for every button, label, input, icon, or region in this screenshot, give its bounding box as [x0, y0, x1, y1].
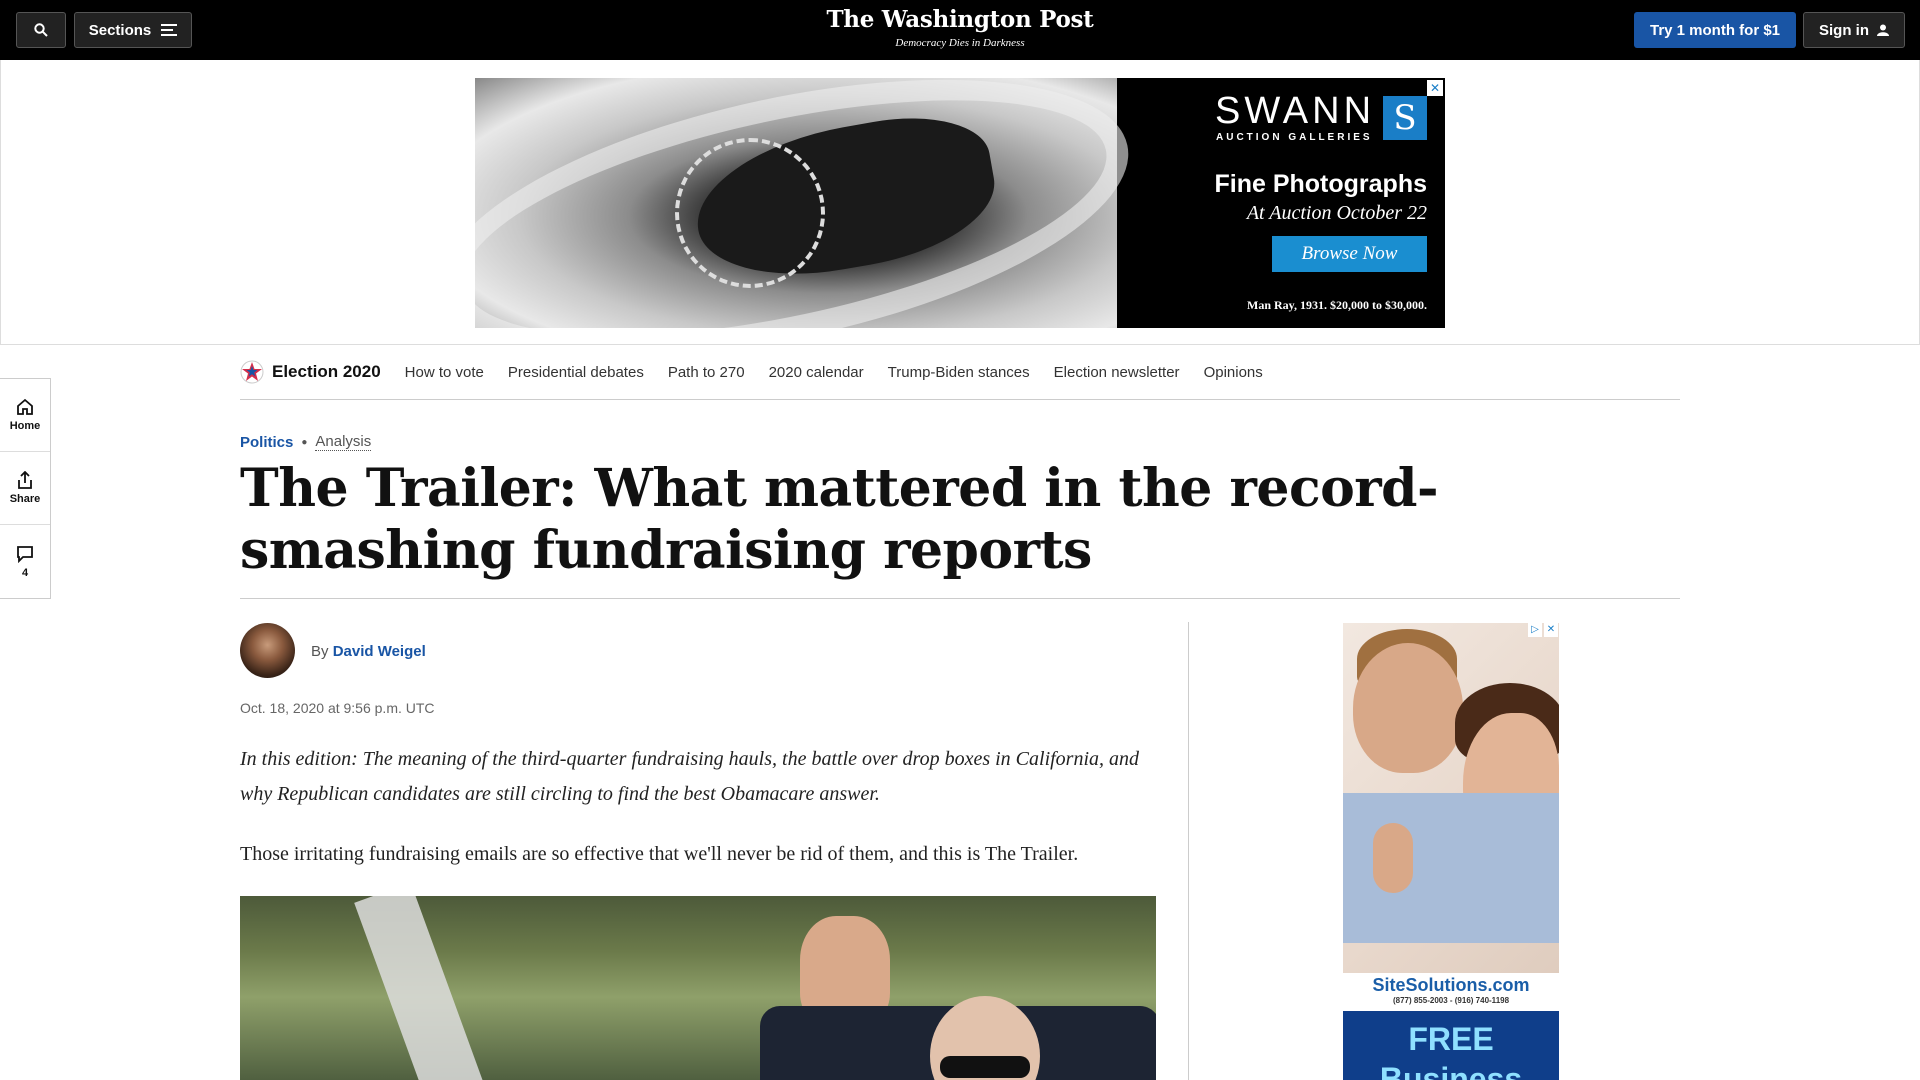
nav-link-opinions[interactable]: Opinions [1204, 364, 1263, 381]
home-icon [17, 398, 33, 415]
masthead[interactable]: The Washington Post Democracy Dies in Da… [760, 6, 1160, 49]
search-icon [34, 23, 48, 37]
article-paragraph: Those irritating fundraising emails are … [240, 843, 1079, 865]
article-timestamp: Oct. 18, 2020 at 9:56 p.m. UTC [240, 700, 435, 716]
left-action-rail: Home Share 4 [0, 378, 51, 599]
nav-link-presidential-debates[interactable]: Presidential debates [508, 364, 644, 381]
byline: By David Weigel [311, 643, 426, 660]
sections-button[interactable]: Sections [74, 12, 192, 48]
top-navigation-bar: Sections The Washington Post Democracy D… [0, 0, 1920, 60]
nav-link-2020-calendar[interactable]: 2020 calendar [769, 364, 864, 381]
menu-icon [161, 24, 178, 36]
site-logo[interactable]: The Washington Post [760, 6, 1160, 33]
header-divider [240, 598, 1680, 599]
ad-headline: Fine Photographs [1214, 170, 1428, 198]
rail-comments-count: 4 [21, 566, 29, 579]
side-ad-controls: ▷ ✕ [1528, 623, 1558, 637]
side-ad-brand-block: SiteSolutions.com (877) 855-2003 - (916)… [1343, 973, 1559, 1011]
rail-share-label: Share [9, 493, 41, 505]
ad-subhead: At Auction October 22 [1246, 202, 1427, 224]
comment-icon [17, 545, 33, 563]
user-icon [1877, 24, 1889, 36]
side-ad-phone: (877) 855-2003 - (916) 740-1198 [1392, 996, 1510, 1005]
ad-close-icon[interactable]: ✕ [1427, 80, 1443, 96]
nav-link-how-to-vote[interactable]: How to vote [405, 364, 484, 381]
sign-in-label: Sign in [1819, 21, 1869, 39]
ad-brand-sub: AUCTION GALLERIES [1216, 132, 1373, 143]
subscribe-button[interactable]: Try 1 month for $1 [1634, 12, 1796, 48]
author-link[interactable]: David Weigel [333, 643, 426, 660]
column-divider [1188, 622, 1189, 1080]
share-icon [18, 471, 32, 489]
article-headline: The Trailer: What mattered in the record… [240, 458, 1439, 581]
election-star-icon [240, 360, 264, 384]
site-tagline: Democracy Dies in Darkness [895, 37, 1025, 49]
ad-caption: Man Ray, 1931. $20,000 to $30,000. [1247, 298, 1427, 312]
side-ad-banner[interactable]: SiteSolutions.com (877) 855-2003 - (916)… [1343, 623, 1559, 1080]
search-button[interactable] [16, 12, 66, 48]
side-ad-brand: SiteSolutions.com [1372, 975, 1530, 995]
article-kicker: Politics ● Analysis [240, 433, 372, 451]
kicker-separator: ● [301, 436, 308, 448]
ad-logo-icon: S [1383, 96, 1427, 140]
sign-in-button[interactable]: Sign in [1803, 12, 1905, 48]
ad-browse-button[interactable]: Browse Now [1272, 236, 1427, 272]
sections-label: Sections [88, 21, 152, 39]
rail-home-label: Home [9, 420, 41, 432]
category-link[interactable]: Politics [240, 434, 293, 451]
side-ad-close-icon[interactable]: ✕ [1544, 623, 1558, 637]
nav-link-path-to-270[interactable]: Path to 270 [668, 364, 745, 381]
lead-photo[interactable] [240, 896, 1156, 1080]
election-subnav: Election 2020 How to vote Presidential d… [240, 345, 1680, 400]
rail-comments-button[interactable]: 4 [0, 525, 50, 598]
analysis-label[interactable]: Analysis [315, 433, 372, 451]
nav-link-election-newsletter[interactable]: Election newsletter [1054, 364, 1180, 381]
adchoices-icon[interactable]: ▷ [1528, 623, 1542, 637]
nav-link-trump-biden-stances[interactable]: Trump-Biden stances [888, 364, 1030, 381]
ad-photo [475, 78, 1153, 328]
rail-share-button[interactable]: Share [0, 452, 50, 525]
rail-home-button[interactable]: Home [0, 379, 50, 452]
side-ad-promo: FREE Business [1343, 1011, 1559, 1080]
swann-ad-banner[interactable]: SWANN AUCTION GALLERIES S Fine Photograp… [475, 78, 1445, 328]
election-title[interactable]: Election 2020 [272, 362, 381, 382]
article-dek: In this edition: The meaning of the thir… [240, 748, 1140, 805]
author-avatar[interactable] [240, 623, 295, 678]
byline-prefix: By [311, 643, 329, 660]
ad-brand: SWANN [1215, 90, 1376, 132]
